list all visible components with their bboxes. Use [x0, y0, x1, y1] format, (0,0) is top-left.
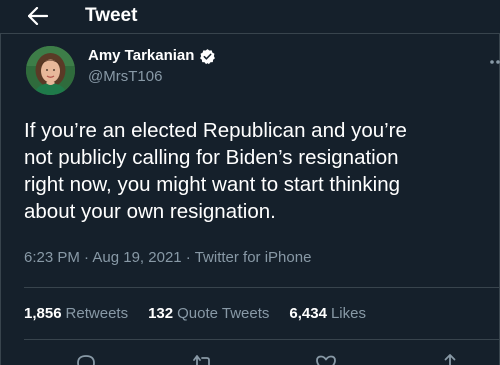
- page-title: Tweet: [85, 5, 138, 26]
- tweet-actions: [0, 352, 500, 365]
- share-button[interactable]: [438, 352, 462, 365]
- more-icon: [490, 60, 500, 64]
- top-bar: Tweet: [0, 0, 500, 33]
- likes-label: Likes: [330, 305, 366, 322]
- tweet-date[interactable]: Aug 19, 2021: [92, 249, 181, 266]
- header-divider: [0, 33, 500, 34]
- stats-divider: [24, 339, 500, 340]
- quote-tweets-count: 132: [148, 305, 174, 322]
- retweet-icon: [193, 355, 210, 365]
- meta-divider: [24, 287, 500, 288]
- author-handle[interactable]: @MrsT106: [88, 67, 162, 87]
- author-name-text: Amy Tarkanian: [88, 47, 195, 64]
- verified-badge-icon: [199, 48, 216, 65]
- quote-tweets-label: Quote Tweets: [177, 305, 270, 322]
- likes-stat[interactable]: 6,434 Likes: [289, 304, 366, 324]
- reply-icon: [77, 355, 95, 365]
- reply-button[interactable]: [74, 352, 98, 365]
- likes-count: 6,434: [289, 305, 327, 322]
- back-button[interactable]: [24, 4, 52, 28]
- retweets-stat[interactable]: 1,856 Retweets: [24, 304, 128, 324]
- more-button[interactable]: [488, 52, 500, 72]
- share-icon: [444, 354, 456, 365]
- avatar[interactable]: [26, 46, 75, 95]
- retweets-label: Retweets: [65, 305, 129, 322]
- quote-tweets-stat[interactable]: 132 Quote Tweets: [148, 304, 269, 324]
- tweet-page: Tweet Amy Tarkanian @MrsT106 If you’re a…: [0, 0, 500, 365]
- tweet-meta: 6:23 PM · Aug 19, 2021 · Twitter for iPh…: [24, 248, 311, 268]
- meta-separator: ·: [79, 249, 93, 266]
- heart-icon: [316, 355, 336, 365]
- retweet-button[interactable]: [191, 352, 215, 365]
- tweet-text: If you’re an elected Republican and you’…: [24, 119, 407, 223]
- like-button[interactable]: [314, 352, 338, 365]
- arrow-left-icon: [28, 7, 48, 25]
- avatar-image: [26, 46, 75, 95]
- retweets-count: 1,856: [24, 305, 62, 322]
- meta-separator: ·: [181, 249, 195, 266]
- tweet-source[interactable]: Twitter for iPhone: [195, 249, 312, 266]
- tweet-stats: 1,856 Retweets 132 Quote Tweets 6,434 Likes: [24, 304, 366, 324]
- tweet-time[interactable]: 6:23 PM: [24, 249, 80, 266]
- author-name[interactable]: Amy Tarkanian: [88, 46, 216, 66]
- column-border-left: [0, 34, 1, 365]
